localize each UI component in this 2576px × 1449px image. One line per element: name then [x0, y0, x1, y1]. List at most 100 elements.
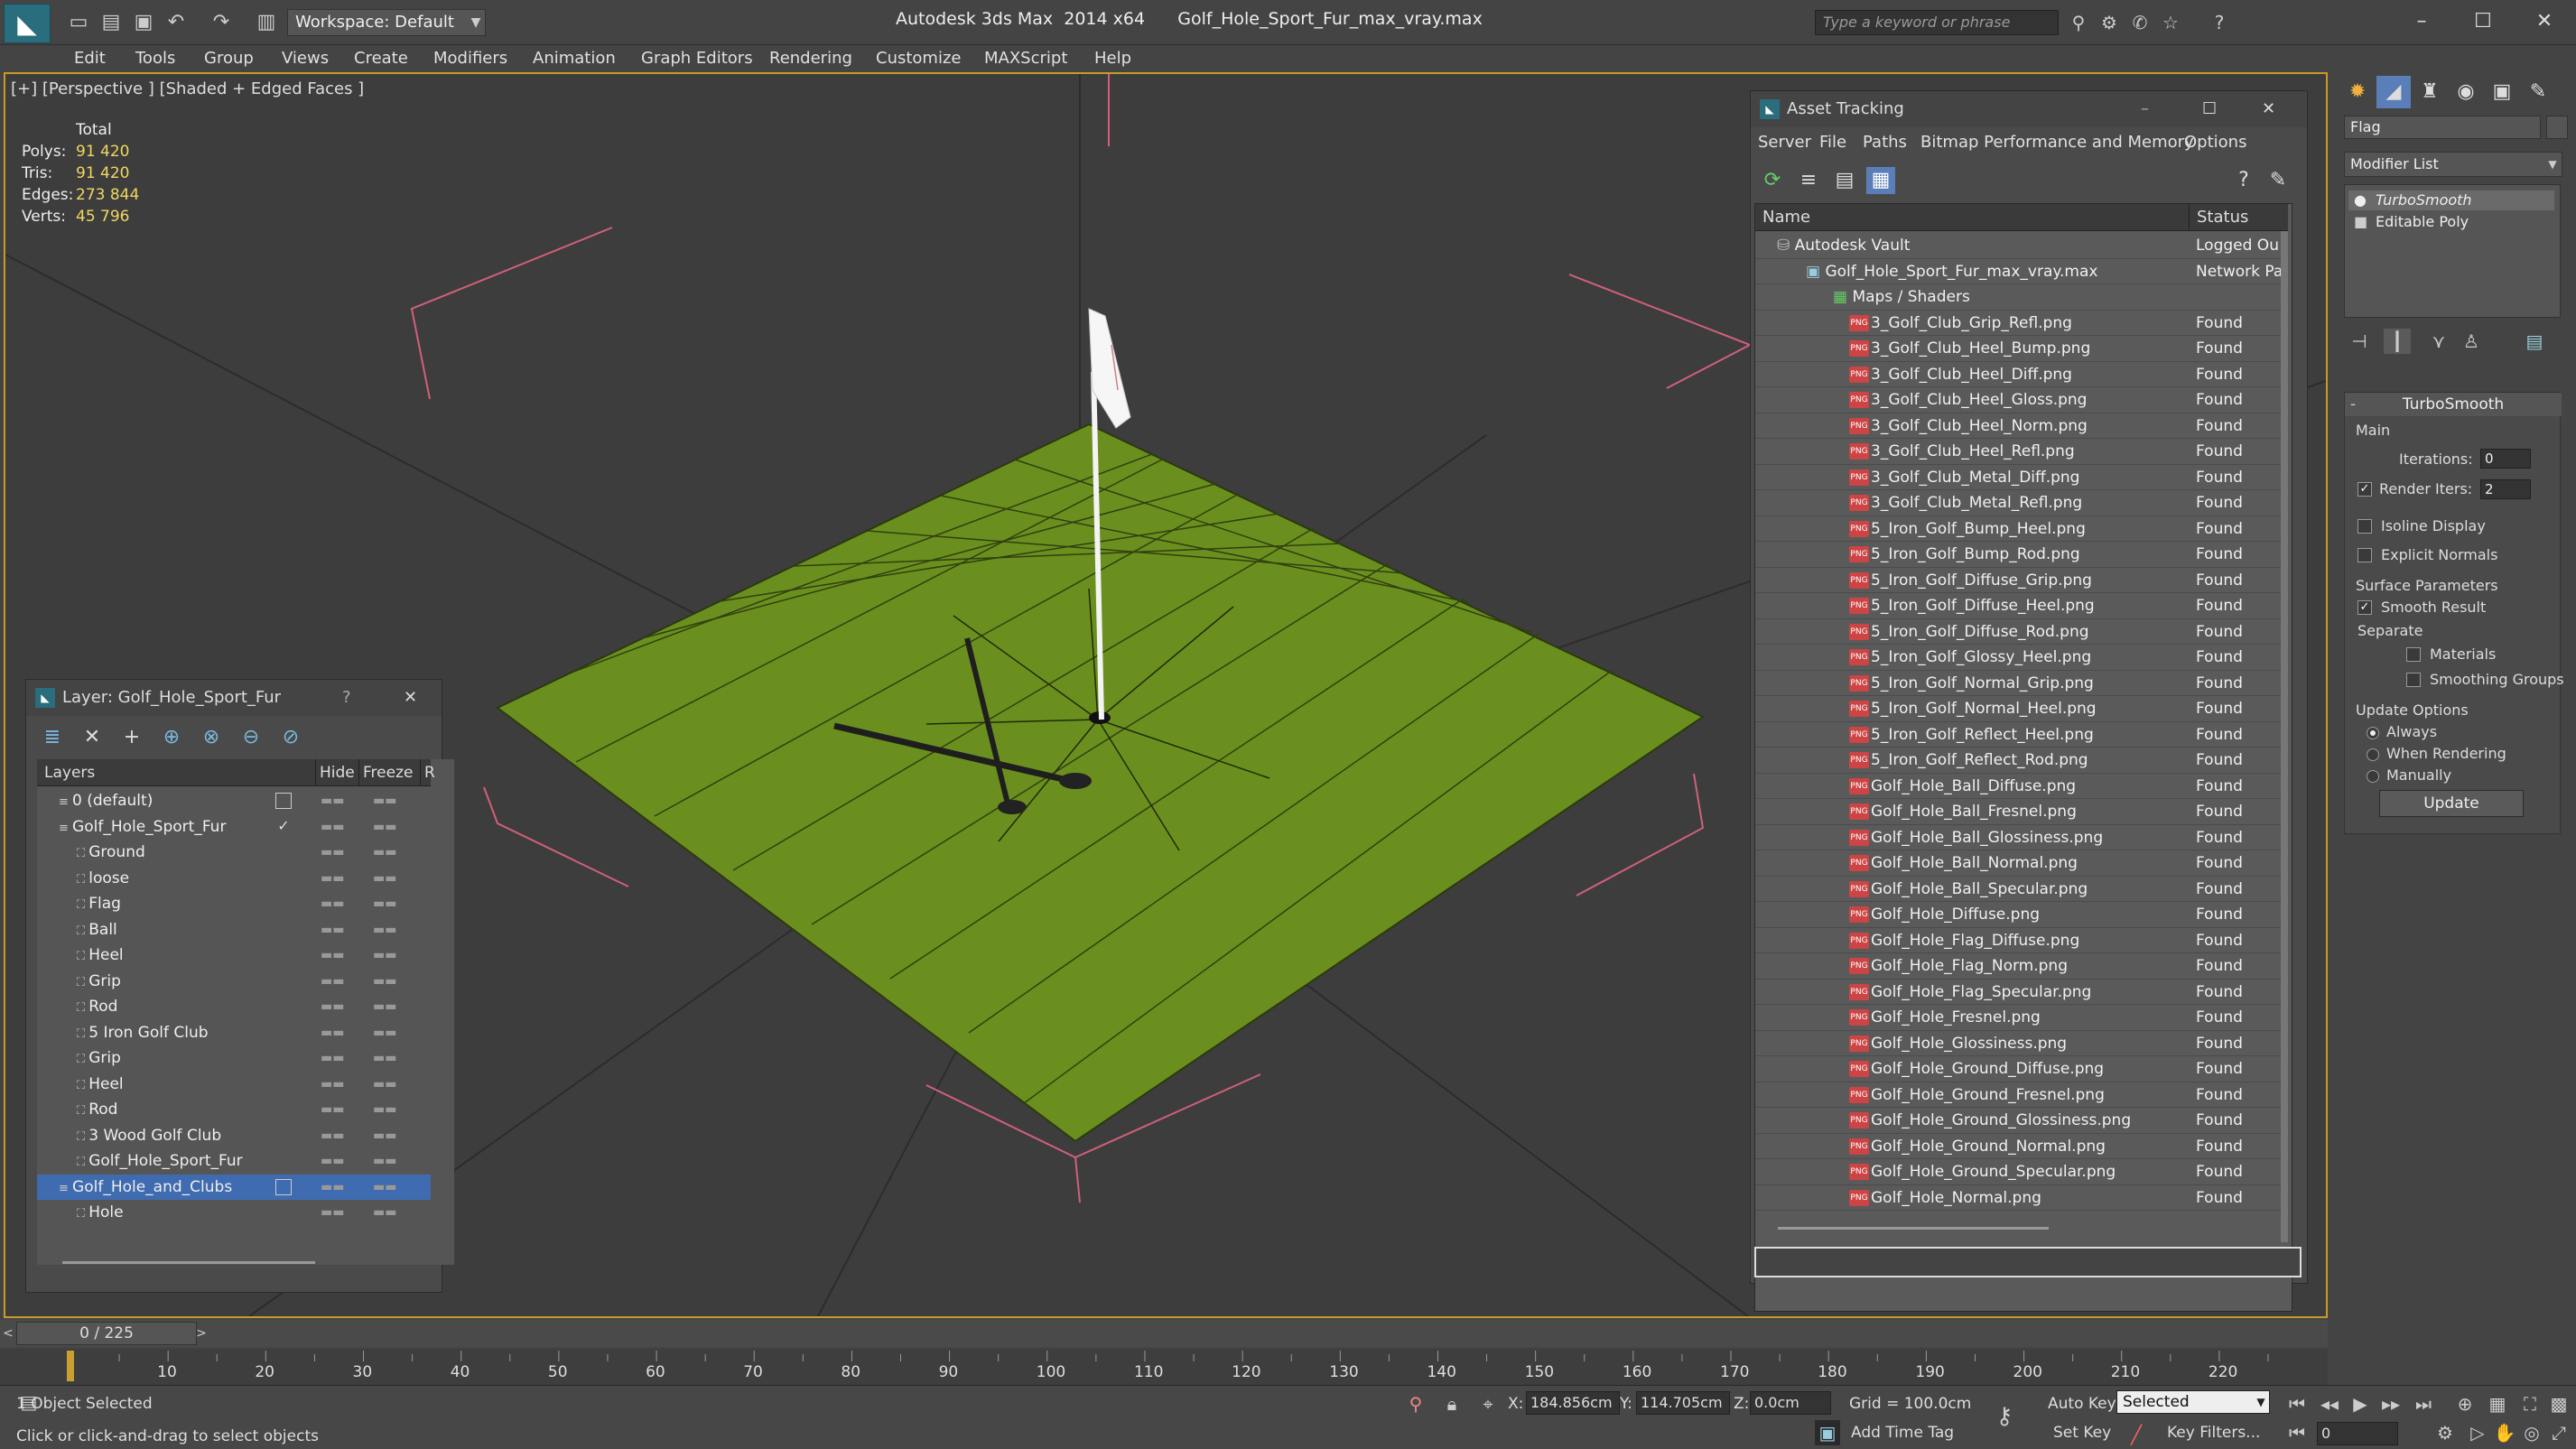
new-file-icon[interactable]: ▭: [65, 9, 92, 36]
asset-row[interactable]: PNG 5_Iron_Golf_Bump_Heel.png Found: [1755, 516, 2288, 542]
always-radio[interactable]: [2367, 727, 2379, 739]
list-view-icon[interactable]: ≡: [1794, 167, 1823, 194]
asset-row[interactable]: PNG Golf_Hole_Normal.png Found: [1755, 1185, 2288, 1211]
freeze-toggle[interactable]: ▬▬: [373, 866, 396, 891]
asset-row[interactable]: PNG 3_Golf_Club_Heel_Gloss.png Found: [1755, 387, 2288, 413]
update-button[interactable]: Update: [2379, 790, 2524, 817]
favorites-star-icon[interactable]: ☆: [2158, 10, 2183, 35]
maximize-icon[interactable]: ☐: [2458, 5, 2508, 38]
col-status[interactable]: Status: [2189, 204, 2248, 231]
hide-toggle[interactable]: ▬▬: [321, 1148, 344, 1174]
hide-toggle[interactable]: ▬▬: [321, 969, 344, 994]
menu-graph-editors[interactable]: Graph Editors: [641, 49, 753, 68]
layer-row[interactable]: ⛶ Golf_Hole_Sport_Fur ▬▬ ▬▬: [37, 1148, 431, 1174]
menu-views[interactable]: Views: [282, 49, 329, 68]
vertical-scrollbar[interactable]: [2281, 231, 2288, 1242]
asset-row[interactable]: PNG Golf_Hole_Ball_Normal.png Found: [1755, 850, 2288, 877]
horizontal-scrollbar[interactable]: [1778, 1227, 2049, 1230]
col-name[interactable]: Name: [1762, 204, 1810, 231]
zoom-extents-icon[interactable]: ⛶: [2517, 1391, 2543, 1416]
hide-toggle[interactable]: ▬▬: [321, 994, 344, 1019]
modify-tab-icon[interactable]: ◢: [2376, 76, 2411, 108]
freeze-toggle[interactable]: ▬▬: [373, 1148, 396, 1174]
workspace-dropdown[interactable]: Workspace: Default: [287, 9, 486, 36]
menu-paths[interactable]: Paths: [1863, 133, 1907, 152]
asset-row[interactable]: PNG 3_Golf_Club_Metal_Diff.png Found: [1755, 465, 2288, 490]
layer-row[interactable]: ⛶ Flag ▬▬ ▬▬: [37, 891, 431, 916]
utilities-tab-icon[interactable]: ✎: [2521, 76, 2555, 108]
key-mode-toggle-icon[interactable]: ⏮: [2284, 1420, 2310, 1445]
asset-row[interactable]: PNG Golf_Hole_Diffuse.png Found: [1755, 902, 2288, 928]
asset-row[interactable]: PNG 3_Golf_Club_Heel_Refl.png Found: [1755, 439, 2288, 465]
asset-row[interactable]: PNG 3_Golf_Club_Grip_Refl.png Found: [1755, 311, 2288, 336]
freeze-toggle[interactable]: ▬▬: [373, 1175, 396, 1200]
asset-row[interactable]: ▣ Golf_Hole_Sport_Fur_max_vray.max Networ…: [1755, 259, 2288, 284]
hide-toggle[interactable]: ▬▬: [321, 1045, 344, 1071]
show-end-result-icon[interactable]: ┃: [2384, 329, 2411, 354]
next-frame-icon[interactable]: >: [193, 1324, 209, 1343]
app-menu-button[interactable]: ◣: [4, 4, 51, 43]
help-icon[interactable]: ?: [2207, 10, 2232, 35]
freeze-toggle[interactable]: ▬▬: [373, 1045, 396, 1071]
layer-row[interactable]: ⛶ Heel ▬▬ ▬▬: [37, 1072, 431, 1097]
asset-row[interactable]: PNG Golf_Hole_Ground_Specular.png Found: [1755, 1159, 2288, 1185]
menu-bitmap-performance[interactable]: Bitmap Performance and Memory: [1920, 133, 2194, 152]
isolate-selection-icon[interactable]: ⚲: [1403, 1391, 1428, 1416]
current-frame-field[interactable]: 0: [2317, 1422, 2398, 1445]
layer-row[interactable]: ≡ 0 (default) ▬▬ ▬▬: [37, 788, 431, 813]
minimize-icon[interactable]: –: [2141, 91, 2149, 127]
previous-frame-icon[interactable]: ◂◂: [2317, 1391, 2342, 1416]
communication-icon[interactable]: ✆: [2127, 10, 2153, 35]
prev-frame-icon[interactable]: <: [0, 1324, 16, 1343]
horizontal-scrollbar[interactable]: [62, 1261, 315, 1264]
refresh-icon[interactable]: ⟳: [1758, 167, 1787, 194]
field-of-view-icon[interactable]: ▷: [2465, 1420, 2490, 1445]
delete-layer-icon[interactable]: ✕: [79, 725, 106, 750]
materials-checkbox[interactable]: [2406, 647, 2421, 662]
layer-row[interactable]: ≡ Golf_Hole_Sport_Fur ✓ ▬▬ ▬▬: [37, 814, 431, 840]
col-hide[interactable]: Hide: [315, 759, 355, 786]
x-coordinate-field[interactable]: 184.856cm: [1526, 1391, 1620, 1415]
selection-lock-icon[interactable]: 🔒︎: [1439, 1391, 1465, 1416]
play-icon[interactable]: ▶: [2348, 1391, 2373, 1416]
key-selection-dropdown[interactable]: Selected: [2116, 1390, 2270, 1414]
object-name-field[interactable]: Flag: [2344, 116, 2541, 139]
hide-toggle[interactable]: ▬▬: [321, 1072, 344, 1097]
asset-row[interactable]: PNG Golf_Hole_Ball_Specular.png Found: [1755, 877, 2288, 902]
close-icon[interactable]: ✕: [404, 680, 417, 716]
next-frame-icon[interactable]: ▸▸: [2378, 1391, 2404, 1416]
object-color-swatch[interactable]: [2546, 116, 2568, 139]
menu-maxscript[interactable]: MAXScript: [984, 49, 1067, 68]
freeze-toggle[interactable]: ▬▬: [373, 891, 396, 916]
layer-panel-title[interactable]: ◣ Layer: Golf_Hole_Sport_Fur ? ✕: [26, 680, 442, 716]
hide-toggle[interactable]: ▬▬: [321, 814, 344, 840]
asset-row[interactable]: PNG 5_Iron_Golf_Normal_Grip.png Found: [1755, 671, 2288, 696]
layer-row[interactable]: ⛶ Rod ▬▬ ▬▬: [37, 994, 431, 1019]
layer-row[interactable]: ⛶ 5 Iron Golf Club ▬▬ ▬▬: [37, 1020, 431, 1045]
layer-row[interactable]: ⛶ Hole ▬▬ ▬▬: [37, 1200, 431, 1225]
redo-icon[interactable]: ↷: [208, 9, 235, 36]
time-tag-icon[interactable]: ▣: [1815, 1420, 1840, 1445]
menu-group[interactable]: Group: [204, 49, 254, 68]
search-input[interactable]: Type a keyword or phrase: [1815, 10, 2059, 35]
asset-row[interactable]: PNG 5_Iron_Golf_Diffuse_Rod.png Found: [1755, 619, 2288, 645]
col-render[interactable]: R: [420, 759, 435, 786]
asset-row[interactable]: PNG 5_Iron_Golf_Diffuse_Grip.png Found: [1755, 568, 2288, 593]
add-time-tag-button[interactable]: Add Time Tag: [1851, 1424, 1954, 1442]
binoculars-icon[interactable]: ⚲: [2066, 10, 2091, 35]
help-icon[interactable]: ?: [342, 680, 351, 716]
asset-row[interactable]: PNG Golf_Hole_Ball_Glossiness.png Found: [1755, 825, 2288, 850]
stack-item-turbosmooth[interactable]: ● TurboSmooth: [2348, 190, 2554, 210]
asset-path-field[interactable]: [1754, 1247, 2302, 1277]
layer-row[interactable]: ⛶ Grip ▬▬ ▬▬: [37, 969, 431, 994]
smooth-result-checkbox[interactable]: ✓: [2357, 600, 2372, 615]
stack-item-editable-poly[interactable]: ■ Editable Poly: [2348, 212, 2554, 232]
asset-row[interactable]: ▦ Maps / Shaders: [1755, 284, 2288, 311]
auto-key-button[interactable]: Auto Key: [2048, 1395, 2116, 1413]
asset-row[interactable]: PNG Golf_Hole_Fresnel.png Found: [1755, 1005, 2288, 1031]
asset-row[interactable]: ⛁ Autodesk Vault Logged Ou: [1755, 233, 2288, 259]
pin-icon[interactable]: ✎: [2264, 167, 2292, 194]
configure-sets-icon[interactable]: ▤: [2521, 329, 2548, 354]
create-layer-icon[interactable]: ≣: [39, 725, 66, 750]
hide-toggle[interactable]: ▬▬: [321, 943, 344, 968]
